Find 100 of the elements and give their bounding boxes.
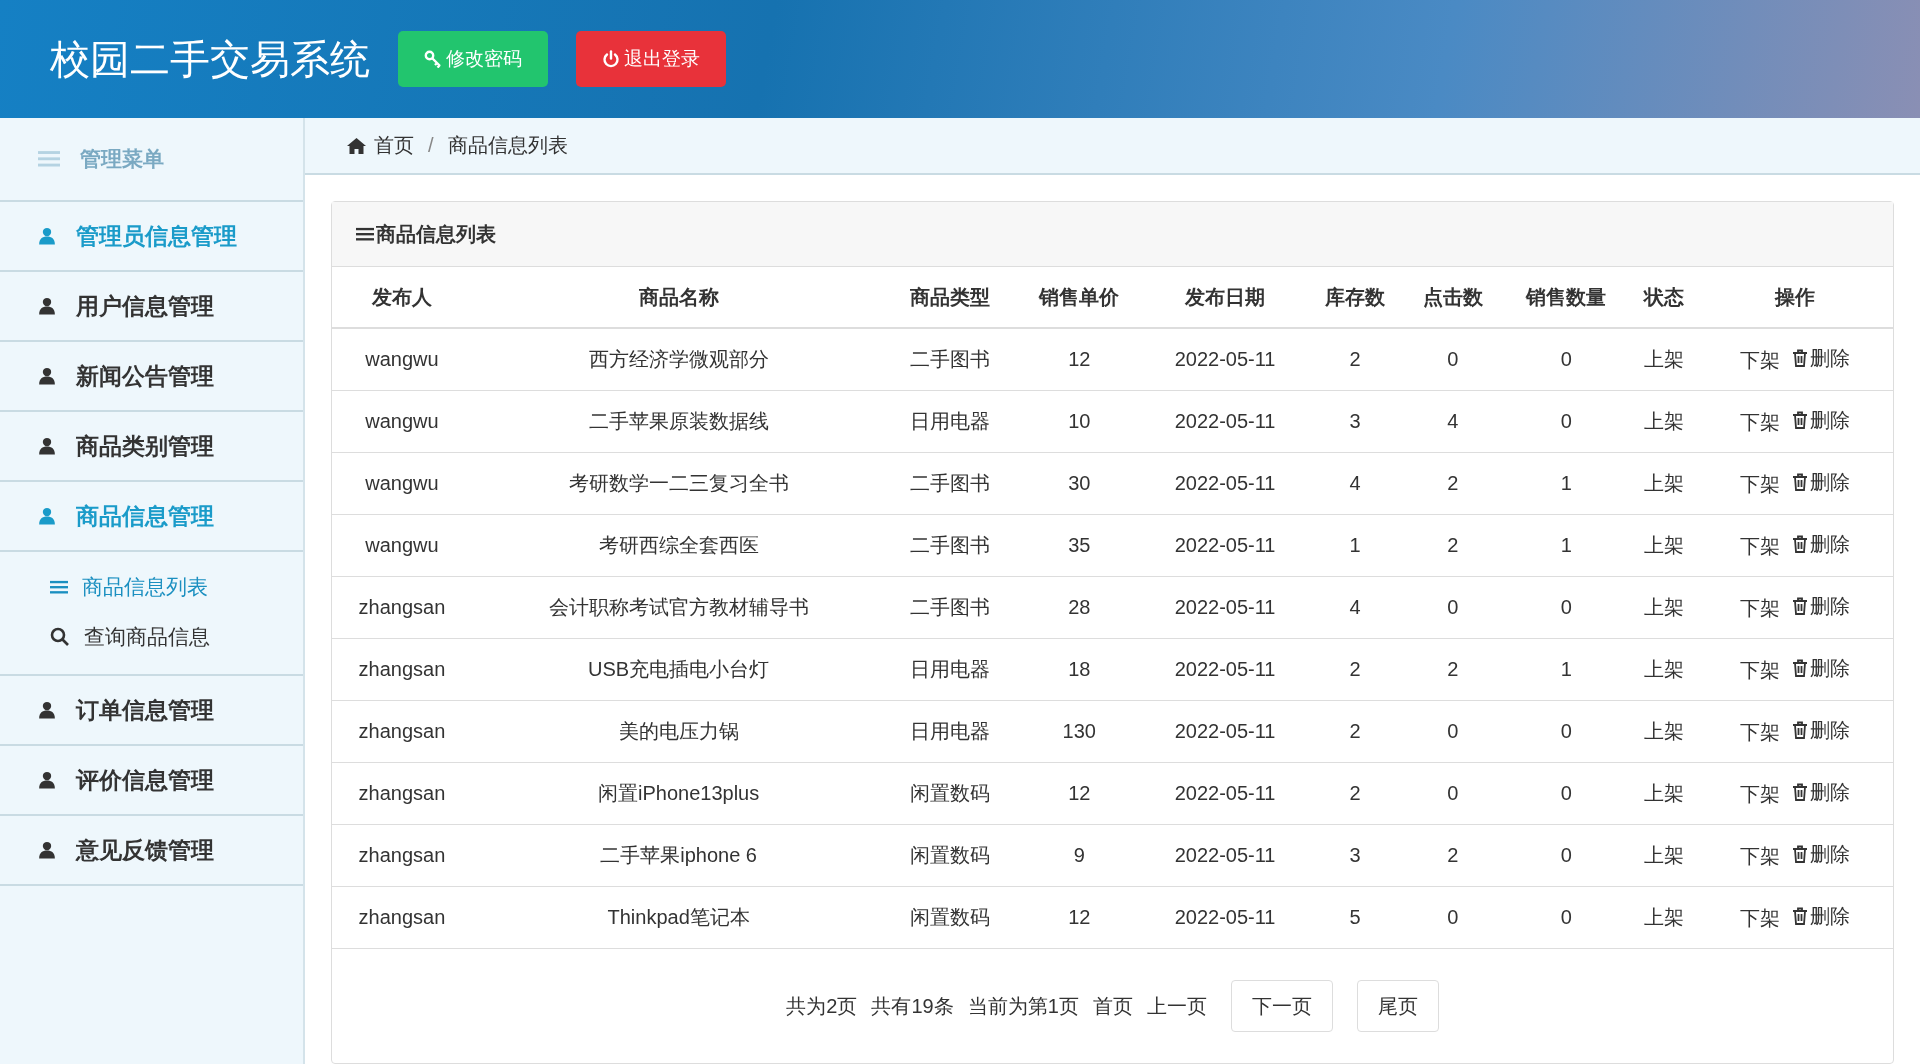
sidebar-item[interactable]: 评价信息管理 xyxy=(0,746,303,816)
table-cell: wangwu xyxy=(332,514,472,577)
unlist-link[interactable]: 下架 xyxy=(1740,595,1781,623)
trash-icon xyxy=(1792,535,1809,554)
table-cell: 2022-05-11 xyxy=(1143,886,1307,949)
unlist-link[interactable]: 下架 xyxy=(1740,657,1781,685)
unlist-link[interactable]: 下架 xyxy=(1740,843,1781,871)
table-cell: 10 xyxy=(1014,390,1144,453)
person-icon xyxy=(38,227,56,245)
table-cell: 闲置数码 xyxy=(885,886,1015,949)
breadcrumb-current: 商品信息列表 xyxy=(447,133,568,158)
page-link[interactable]: 首页 xyxy=(1092,992,1133,1020)
sidebar-item[interactable]: 用户信息管理 xyxy=(0,272,303,342)
table-cell: 130 xyxy=(1014,700,1144,763)
menu-icon xyxy=(356,226,374,242)
unlist-link[interactable]: 下架 xyxy=(1740,347,1781,375)
delete-link[interactable]: 删除 xyxy=(1792,902,1851,930)
table-cell: 2 xyxy=(1403,638,1502,701)
table-cell: 28 xyxy=(1014,576,1144,639)
delete-link[interactable]: 删除 xyxy=(1792,530,1851,558)
table-cell: 0 xyxy=(1501,700,1632,763)
sidebar-item[interactable]: 商品类别管理 xyxy=(0,412,303,482)
unlist-link[interactable]: 下架 xyxy=(1740,409,1781,437)
table-cell: 3 xyxy=(1306,824,1404,887)
column-header: 点击数 xyxy=(1403,267,1502,328)
table-cell: 2022-05-11 xyxy=(1143,638,1307,701)
table-cell: 0 xyxy=(1403,700,1502,763)
table-cell: 0 xyxy=(1403,328,1502,391)
table-cell: 日用电器 xyxy=(885,700,1015,763)
delete-link[interactable]: 删除 xyxy=(1792,716,1851,744)
page-button[interactable]: 下一页 xyxy=(1230,980,1333,1032)
table-cell: 2 xyxy=(1403,824,1502,887)
logout-button[interactable]: 退出登录 xyxy=(576,31,726,87)
table-cell: wangwu xyxy=(332,452,472,515)
table-cell: 二手图书 xyxy=(885,328,1015,391)
trash-icon xyxy=(1792,659,1809,678)
sidebar-item[interactable]: 新闻公告管理 xyxy=(0,342,303,412)
column-header: 状态 xyxy=(1631,267,1698,328)
table-cell: zhangsan xyxy=(332,576,472,639)
menu-icon xyxy=(38,150,60,168)
column-header: 发布人 xyxy=(332,267,472,328)
table-cell: 2 xyxy=(1403,452,1502,515)
column-header: 库存数 xyxy=(1306,267,1404,328)
delete-link[interactable]: 删除 xyxy=(1792,344,1851,372)
page-info: 当前为第1页 xyxy=(967,993,1079,1019)
trash-icon xyxy=(1792,907,1809,926)
page-link[interactable]: 上一页 xyxy=(1146,992,1207,1020)
table-cell: 0 xyxy=(1501,328,1632,391)
search-icon xyxy=(50,627,70,647)
table-cell: 9 xyxy=(1014,824,1144,887)
table-cell: zhangsan xyxy=(332,638,472,701)
table-cell: 1 xyxy=(1501,452,1632,515)
table-cell: 2022-05-11 xyxy=(1143,328,1307,391)
table-cell: 上架 xyxy=(1631,514,1698,577)
delete-link[interactable]: 删除 xyxy=(1792,840,1851,868)
delete-link[interactable]: 删除 xyxy=(1792,778,1851,806)
table-cell: 1 xyxy=(1501,638,1632,701)
page-button[interactable]: 尾页 xyxy=(1356,980,1439,1032)
table-cell: 2022-05-11 xyxy=(1143,390,1307,453)
table-cell: 2022-05-11 xyxy=(1143,824,1307,887)
table-cell: zhangsan xyxy=(332,700,472,763)
submenu-item[interactable]: 查询商品信息 xyxy=(0,612,303,662)
unlist-link[interactable]: 下架 xyxy=(1740,533,1781,561)
table-cell: 0 xyxy=(1501,824,1632,887)
key-icon xyxy=(424,50,442,68)
table-cell: 2 xyxy=(1306,638,1404,701)
sidebar-title: 管理菜单 xyxy=(80,146,164,172)
table-cell: 2022-05-11 xyxy=(1143,514,1307,577)
table-cell: 0 xyxy=(1501,762,1632,825)
table-cell: 2022-05-11 xyxy=(1143,576,1307,639)
table-cell: 二手图书 xyxy=(885,576,1015,639)
unlist-link[interactable]: 下架 xyxy=(1740,781,1781,809)
table-cell: 2 xyxy=(1306,762,1404,825)
page-info: 共有19条 xyxy=(871,993,954,1019)
person-icon xyxy=(38,771,56,789)
sidebar-item[interactable]: 意见反馈管理 xyxy=(0,816,303,886)
table-cell: 上架 xyxy=(1631,328,1698,391)
unlist-link[interactable]: 下架 xyxy=(1740,471,1781,499)
delete-link[interactable]: 删除 xyxy=(1792,468,1851,496)
table-cell: 二手苹果iphone 6 xyxy=(472,824,886,887)
person-icon xyxy=(38,507,56,525)
sidebar-item[interactable]: 订单信息管理 xyxy=(0,676,303,746)
column-header: 销售单价 xyxy=(1014,267,1144,328)
column-header: 商品名称 xyxy=(472,267,886,328)
table-cell: wangwu xyxy=(332,328,472,391)
table-cell: 上架 xyxy=(1631,452,1698,515)
table-cell: 二手图书 xyxy=(885,514,1015,577)
unlist-link[interactable]: 下架 xyxy=(1740,905,1781,933)
delete-link[interactable]: 删除 xyxy=(1792,654,1851,682)
table-cell: 2 xyxy=(1306,328,1404,391)
person-icon xyxy=(38,437,56,455)
breadcrumb-link[interactable]: 首页 xyxy=(347,132,414,159)
delete-link[interactable]: 删除 xyxy=(1792,592,1851,620)
unlist-link[interactable]: 下架 xyxy=(1740,719,1781,747)
table-cell: USB充电插电小台灯 xyxy=(472,638,886,701)
power-icon xyxy=(602,50,620,68)
delete-link[interactable]: 删除 xyxy=(1792,406,1851,434)
trash-icon xyxy=(1792,349,1809,368)
table-cell: 0 xyxy=(1501,886,1632,949)
table-cell: 2022-05-11 xyxy=(1143,762,1307,825)
